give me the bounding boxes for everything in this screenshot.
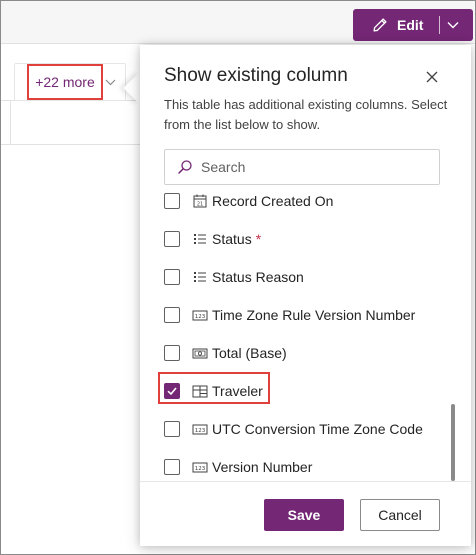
column-row[interactable]: 123 Version Number bbox=[140, 448, 471, 481]
svg-text:123: 123 bbox=[195, 428, 206, 434]
search-icon bbox=[178, 160, 192, 174]
save-button[interactable]: Save bbox=[264, 499, 344, 531]
list-scrollbar[interactable] bbox=[451, 404, 455, 481]
date-time-icon: 21 bbox=[193, 194, 207, 208]
more-columns-button[interactable]: +22 more bbox=[27, 64, 103, 100]
column-row[interactable]: 123 Time Zone Rule Version Number bbox=[140, 296, 471, 334]
column-label: Record Created On bbox=[212, 193, 334, 209]
close-icon[interactable] bbox=[426, 71, 438, 83]
column-checkbox[interactable] bbox=[164, 383, 180, 399]
column-checkbox[interactable] bbox=[164, 459, 180, 475]
number-icon: 123 bbox=[192, 462, 208, 473]
svg-text:123: 123 bbox=[195, 466, 206, 472]
column-checkbox[interactable] bbox=[164, 269, 180, 285]
column-label: Traveler bbox=[212, 383, 263, 399]
grid-line bbox=[1, 144, 141, 145]
svg-text:123: 123 bbox=[195, 314, 206, 320]
panel-footer: Save Cancel bbox=[140, 481, 471, 546]
column-label: Version Number bbox=[212, 459, 313, 475]
more-columns-label: +22 more bbox=[35, 74, 95, 90]
column-checkbox[interactable] bbox=[164, 307, 180, 323]
required-marker: * bbox=[255, 231, 262, 247]
chevron-down-icon[interactable] bbox=[104, 76, 117, 89]
column-row[interactable]: Status Reason bbox=[140, 258, 471, 296]
column-row[interactable]: Status * bbox=[140, 220, 471, 258]
search-box[interactable] bbox=[164, 149, 440, 185]
column-label: Time Zone Rule Version Number bbox=[212, 307, 416, 323]
column-label: UTC Conversion Time Zone Code bbox=[212, 421, 423, 437]
column-list: 21 Record Created On Status * Status Reas… bbox=[140, 185, 471, 481]
column-checkbox[interactable] bbox=[164, 193, 180, 209]
cancel-button[interactable]: Cancel bbox=[360, 499, 440, 531]
column-checkbox[interactable] bbox=[164, 345, 180, 361]
show-existing-column-panel: Show existing column This table has addi… bbox=[140, 45, 471, 546]
column-row[interactable]: Total (Base) bbox=[140, 334, 471, 372]
grid-line bbox=[10, 100, 11, 144]
choice-list-icon bbox=[194, 272, 206, 282]
search-input[interactable] bbox=[201, 159, 431, 175]
edit-button[interactable]: Edit bbox=[353, 9, 473, 41]
number-icon: 123 bbox=[192, 310, 208, 321]
lookup-icon bbox=[192, 385, 208, 398]
column-label: Status Reason bbox=[212, 269, 304, 285]
command-bar: Edit bbox=[1, 1, 475, 44]
column-label-text: Status bbox=[212, 231, 252, 247]
split-divider bbox=[439, 16, 440, 34]
number-icon: 123 bbox=[192, 424, 208, 435]
column-label: Total (Base) bbox=[212, 345, 287, 361]
svg-text:21: 21 bbox=[197, 202, 203, 208]
column-row[interactable]: Traveler bbox=[140, 372, 471, 410]
panel-title: Show existing column bbox=[164, 65, 348, 86]
checkmark-icon bbox=[167, 387, 177, 396]
column-label: Status * bbox=[212, 231, 261, 247]
column-checkbox[interactable] bbox=[164, 231, 180, 247]
pencil-icon bbox=[373, 18, 387, 32]
column-row[interactable]: 21 Record Created On bbox=[140, 185, 471, 220]
column-checkbox[interactable] bbox=[164, 421, 180, 437]
chevron-down-icon[interactable] bbox=[446, 18, 460, 32]
panel-description: This table has additional existing colum… bbox=[164, 97, 448, 132]
currency-icon bbox=[192, 348, 208, 359]
choice-list-icon bbox=[194, 234, 206, 244]
column-row[interactable]: 123 UTC Conversion Time Zone Code bbox=[140, 410, 471, 448]
edit-label: Edit bbox=[397, 17, 424, 33]
